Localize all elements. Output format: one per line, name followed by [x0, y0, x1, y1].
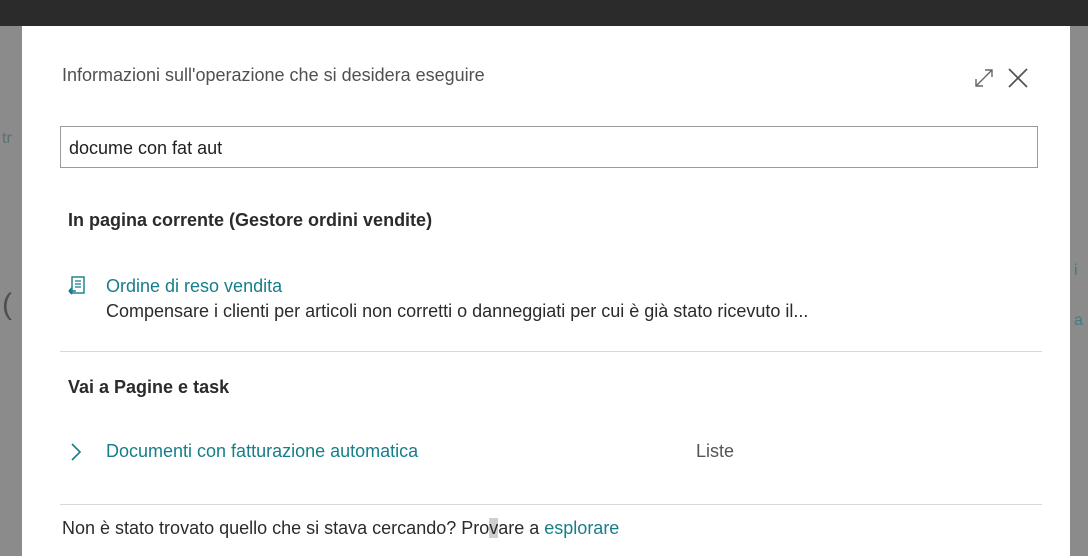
- expand-button[interactable]: [970, 64, 998, 92]
- dialog-title: Informazioni sull'operazione che si desi…: [62, 65, 485, 85]
- close-button[interactable]: [1004, 64, 1032, 92]
- expand-icon: [975, 69, 993, 87]
- footer-text-before: Non è stato trovato quello che si stava …: [62, 518, 490, 538]
- pages-tasks-heading: Vai a Pagine e task: [68, 377, 230, 397]
- explore-link[interactable]: esplorare: [544, 518, 619, 538]
- text-caret-highlight: v: [489, 518, 499, 538]
- footer-text: Non è stato trovato quello che si stava …: [62, 518, 619, 539]
- result-description: Compensare i clienti per articoli non co…: [106, 301, 809, 321]
- background-text-left-middle: (: [2, 288, 12, 321]
- footer-divider: [60, 504, 1042, 505]
- background-text-left-top: tr: [2, 130, 12, 147]
- result-link-documenti-fatturazione[interactable]: Documenti con fatturazione automatica: [106, 441, 418, 462]
- result-link-ordine-reso[interactable]: Ordine di reso vendita: [106, 276, 282, 297]
- close-icon: [1008, 68, 1028, 88]
- search-input-value: docume con fat aut: [69, 138, 223, 158]
- chevron-right-icon[interactable]: [68, 441, 84, 463]
- section-divider: [60, 351, 1042, 352]
- result-category: Liste: [696, 441, 735, 461]
- document-return-icon: [68, 276, 85, 295]
- footer-text-after: are a: [498, 518, 545, 538]
- search-input[interactable]: docume con fat aut: [60, 126, 1038, 168]
- background-text-right-top: i: [1074, 262, 1078, 279]
- app-top-bar: [0, 0, 1088, 26]
- background-text-right-bottom: a: [1074, 312, 1083, 329]
- current-page-heading: In pagina corrente (Gestore ordini vendi…: [68, 210, 433, 230]
- background-overlay-right: [1070, 26, 1088, 556]
- tell-me-dialog: Informazioni sull'operazione che si desi…: [22, 26, 1070, 556]
